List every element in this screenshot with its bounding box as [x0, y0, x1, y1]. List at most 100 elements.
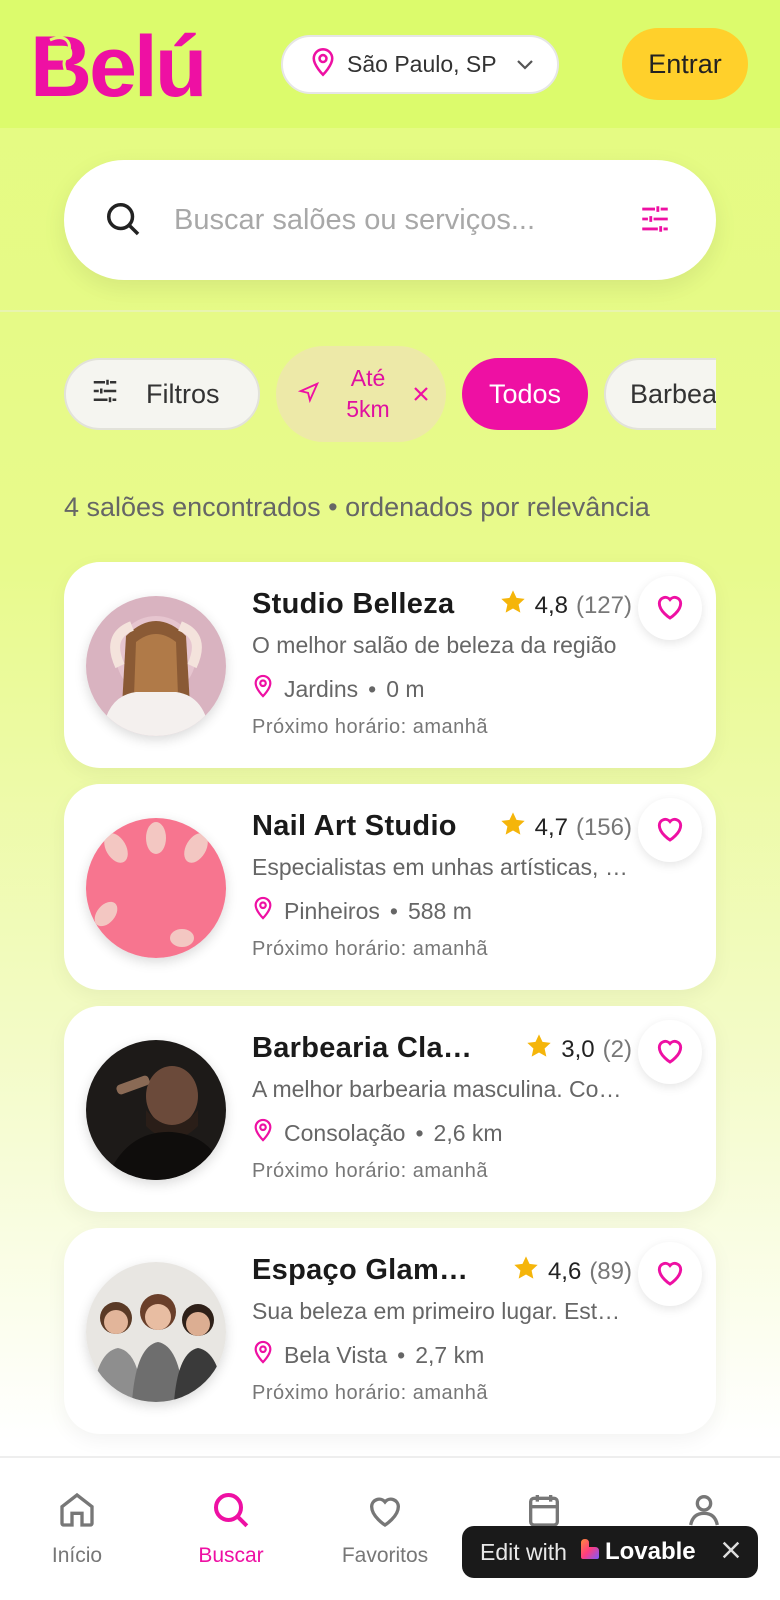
review-count: (127)	[575, 591, 632, 619]
salon-description: O melhor salão de beleza da região	[252, 632, 617, 658]
sliders-icon[interactable]	[638, 202, 672, 241]
star-icon	[499, 810, 527, 845]
salon-neighborhood: Consolação	[284, 1119, 406, 1146]
rating-value: 4,7	[534, 813, 568, 841]
star-icon	[499, 588, 527, 623]
favorite-button[interactable]	[638, 1242, 702, 1306]
salon-card[interactable]: Espaço Glamour 4,6 (89) Sua beleza em pr…	[64, 1228, 716, 1434]
favorite-button[interactable]	[638, 1020, 702, 1084]
salon-description: Especialistas em unhas artísticas, nail …	[252, 854, 628, 880]
review-count: (89)	[589, 1257, 632, 1285]
sliders-icon	[90, 376, 120, 413]
salon-name[interactable]: Barbearia Classic	[252, 1032, 472, 1065]
salon-distance: 2,7 km	[415, 1341, 485, 1368]
nav-item-search[interactable]: Buscar	[171, 1490, 291, 1568]
lovable-heart-icon	[579, 1538, 601, 1566]
heart-icon	[654, 591, 686, 626]
salon-photo	[86, 1040, 226, 1180]
salon-rating: 4,8 (127)	[499, 588, 632, 623]
nav-label-favorites: Favoritos	[341, 1544, 429, 1567]
belu-logo[interactable]: Belú	[30, 19, 216, 115]
search-section	[0, 128, 780, 312]
search-icon	[211, 1490, 251, 1536]
lovable-edit-badge[interactable]: Edit with Lovable	[462, 1526, 758, 1578]
location-label: São Paulo, SP	[347, 51, 497, 77]
distance-chip[interactable]: Até 5km	[276, 346, 446, 442]
salon-location: Pinheiros • 588 m	[252, 896, 472, 926]
review-count: (2)	[602, 1035, 632, 1063]
salon-name[interactable]: Espaço Glamour	[252, 1254, 472, 1287]
salon-distance: 588 m	[407, 897, 472, 924]
star-icon	[512, 1254, 540, 1289]
app-header: Belú São Paulo, SP Entrar	[0, 0, 780, 128]
salon-rating: 3,0 (2)	[525, 1032, 632, 1067]
map-pin-icon	[252, 1118, 274, 1148]
next-available-slot: Próximo horário: amanhã	[252, 716, 489, 738]
map-pin-icon	[309, 47, 337, 83]
separator-dot: •	[389, 897, 398, 924]
next-available-slot: Próximo horário: amanhã	[252, 1160, 489, 1182]
heart-icon	[365, 1490, 405, 1536]
salon-card[interactable]: Studio Belleza 4,8 (127) O melhor salão …	[64, 562, 716, 768]
review-count: (156)	[575, 813, 632, 841]
edit-with-label: Edit with	[480, 1538, 567, 1565]
salon-location: Bela Vista • 2,7 km	[252, 1340, 484, 1370]
distance-chip-label: Até 5km	[328, 363, 408, 425]
distance-chip-line2: 5km	[346, 396, 390, 422]
lovable-brand-text: Lovable	[604, 1538, 696, 1565]
heart-icon	[654, 813, 686, 848]
close-icon[interactable]	[720, 1539, 742, 1561]
next-available-slot: Próximo horário: amanhã	[252, 938, 489, 960]
separator-dot: •	[368, 675, 377, 702]
salon-neighborhood: Jardins	[284, 675, 359, 702]
salon-distance: 0 m	[386, 675, 425, 702]
lovable-brand: Lovable	[579, 1538, 696, 1566]
salon-description: Sua beleza em primeiro lugar. Estética	[252, 1298, 628, 1324]
category-chip-barber[interactable]: Barbearia	[604, 358, 716, 430]
salon-neighborhood: Pinheiros	[284, 897, 380, 924]
salon-photo	[86, 1262, 226, 1402]
salon-location: Consolação • 2,6 km	[252, 1118, 503, 1148]
location-selector[interactable]: São Paulo, SP	[281, 35, 559, 94]
next-available-slot: Próximo horário: amanhã	[252, 1382, 489, 1404]
results-summary: 4 salões encontrados • ordenados por rel…	[64, 492, 650, 522]
nav-label-search: Buscar	[198, 1544, 264, 1567]
rating-value: 4,8	[534, 591, 568, 619]
salon-photo	[86, 596, 226, 736]
heart-icon	[654, 1257, 686, 1292]
close-icon[interactable]	[412, 385, 430, 403]
map-pin-icon	[252, 674, 274, 704]
search-icon	[104, 200, 142, 243]
distance-chip-line1: Até	[350, 365, 386, 391]
rating-value: 3,0	[561, 1035, 595, 1063]
chevron-down-icon	[515, 58, 535, 72]
salon-rating: 4,7 (156)	[499, 810, 632, 845]
salon-description: A melhor barbearia masculina. Cortes	[252, 1076, 628, 1102]
category-chip-all[interactable]: Todos	[462, 358, 588, 430]
favorite-button[interactable]	[638, 798, 702, 862]
salon-name[interactable]: Nail Art Studio	[252, 810, 472, 843]
salon-name[interactable]: Studio Belleza	[252, 588, 472, 621]
salon-card[interactable]: Barbearia Classic 3,0 (2) A melhor barbe…	[64, 1006, 716, 1212]
salon-distance: 2,6 km	[433, 1119, 503, 1146]
filters-chip-label: Filtros	[146, 378, 220, 409]
home-icon	[57, 1490, 97, 1536]
navigation-arrow-icon	[297, 379, 320, 410]
nav-item-home[interactable]: Início	[17, 1490, 137, 1568]
separator-dot: •	[397, 1341, 406, 1368]
filters-chip[interactable]: Filtros	[64, 358, 260, 430]
login-button[interactable]: Entrar	[622, 28, 748, 100]
salon-photo	[86, 818, 226, 958]
filter-chips: Filtros Até 5km Todos Barbearia	[64, 346, 716, 442]
star-icon	[525, 1032, 553, 1067]
favorite-button[interactable]	[638, 576, 702, 640]
search-bar[interactable]	[64, 160, 716, 280]
salon-card[interactable]: Nail Art Studio 4,7 (156) Especialistas …	[64, 784, 716, 990]
search-input[interactable]	[174, 194, 594, 246]
nav-item-favorites[interactable]: Favoritos	[325, 1490, 445, 1568]
separator-dot: •	[415, 1119, 424, 1146]
svg-text:Belú: Belú	[30, 22, 204, 102]
salon-rating: 4,6 (89)	[512, 1254, 632, 1289]
rating-value: 4,6	[547, 1257, 582, 1285]
map-pin-icon	[252, 896, 274, 926]
